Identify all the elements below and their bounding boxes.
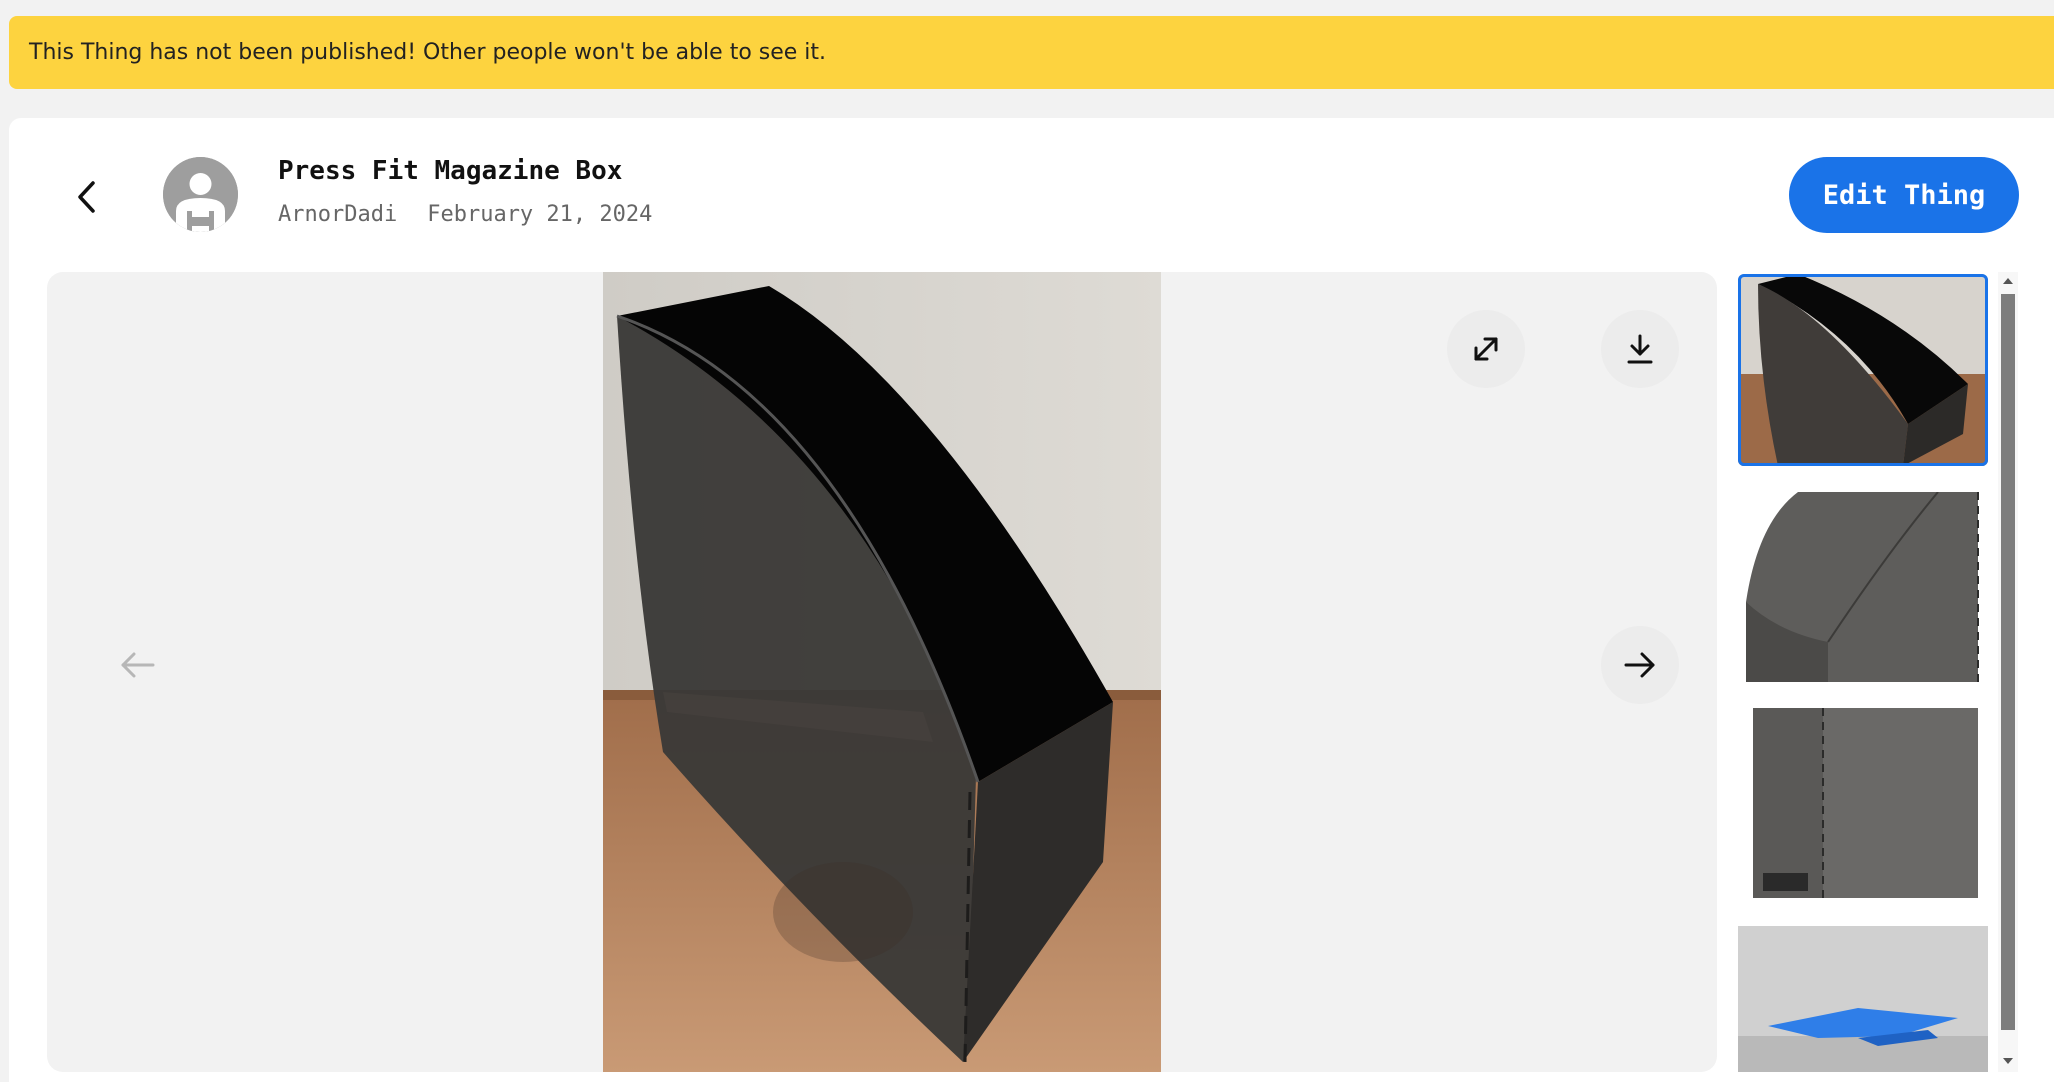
download-icon [1627, 334, 1653, 364]
edit-thing-button[interactable]: Edit Thing [1789, 157, 2019, 233]
thumbnail-photo-magazine-box[interactable] [1738, 274, 1988, 466]
fullscreen-button[interactable] [1447, 310, 1525, 388]
publish-date: February 21, 2024 [427, 202, 653, 227]
banner-text: This Thing has not been published! Other… [29, 40, 827, 65]
thumbnail-render-flat-parts[interactable] [1738, 926, 1988, 1072]
thing-meta: ArnorDadi February 21, 2024 [278, 202, 652, 227]
thumbnail-image [1738, 492, 1988, 682]
author-link[interactable]: ArnorDadi [278, 202, 397, 227]
scroll-down-icon[interactable] [2003, 1058, 2013, 1064]
back-button[interactable] [62, 172, 112, 222]
next-image-button[interactable] [1601, 626, 1679, 704]
download-button[interactable] [1601, 310, 1679, 388]
thumbnail-image [1738, 708, 1988, 898]
thing-title: Press Fit Magazine Box [278, 156, 623, 186]
image-viewer [47, 272, 1717, 1072]
chevron-left-icon [78, 181, 95, 213]
thumbnail-image [1738, 274, 1988, 466]
arrow-right-icon [1624, 652, 1655, 678]
thumbnail-image [1738, 926, 1988, 1072]
magazine-box-photo [603, 272, 1161, 1072]
expand-icon [1474, 337, 1498, 361]
user-avatar-icon [163, 157, 238, 232]
main-photo[interactable] [603, 272, 1161, 1072]
avatar[interactable] [163, 157, 238, 232]
arrow-left-icon [121, 652, 155, 678]
scroll-up-icon[interactable] [2003, 278, 2013, 284]
thumbnail-render-box-side[interactable] [1738, 708, 1988, 898]
thumbnail-scrollbar[interactable] [1998, 272, 2018, 1072]
previous-image-button[interactable] [102, 630, 172, 700]
thumbnail-strip [1735, 272, 1995, 1072]
thumbnail-render-box-front[interactable] [1738, 492, 1988, 682]
scrollbar-thumb[interactable] [2001, 294, 2015, 1030]
unpublished-banner: This Thing has not been published! Other… [9, 16, 2054, 89]
